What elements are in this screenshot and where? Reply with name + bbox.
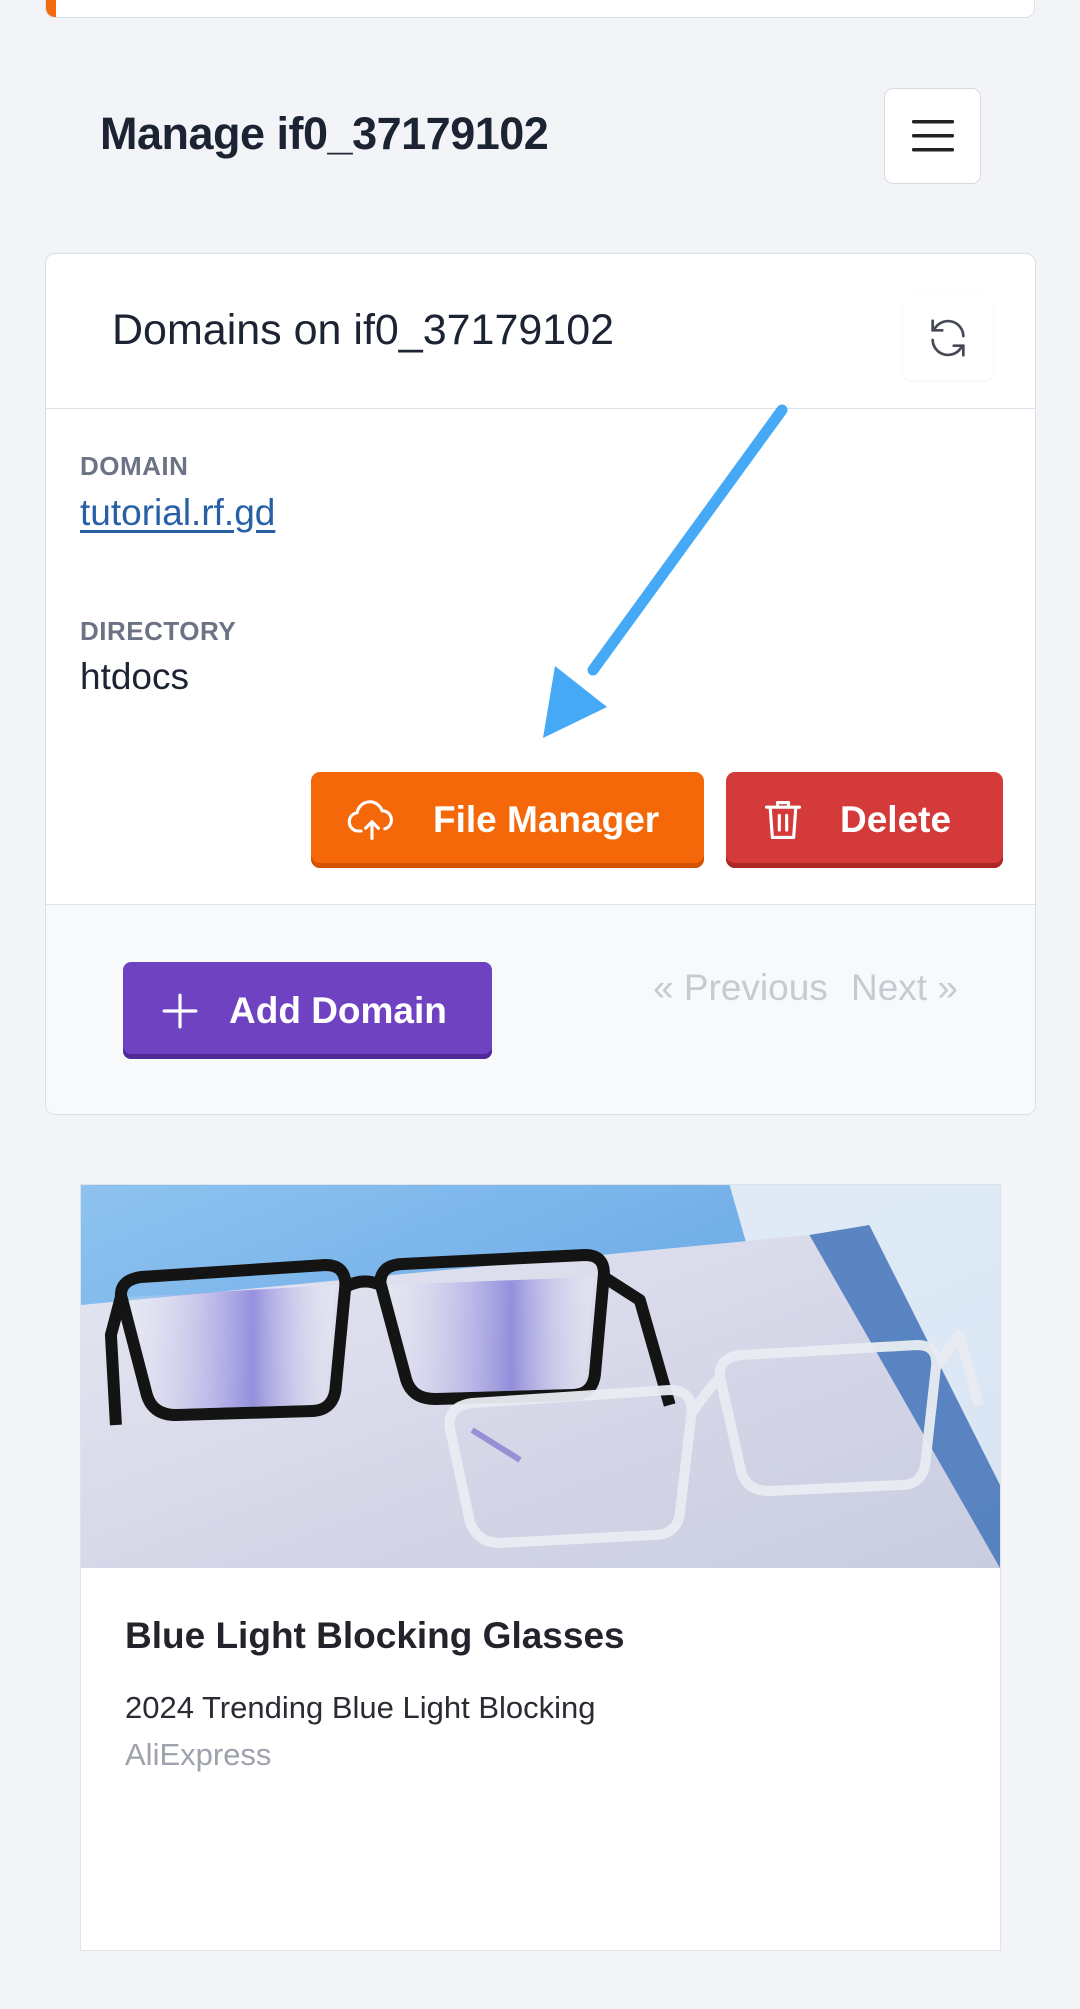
domain-label: DOMAIN [80,451,189,481]
refresh-icon [931,319,965,357]
file-manager-label: File Manager [433,799,660,840]
previous-page-link[interactable]: « Previous [653,967,828,1009]
hamburger-menu-icon [911,120,954,152]
ad-source: AliExpress [125,1737,272,1772]
trash-icon [764,801,802,839]
glasses-product-image [81,1185,1000,1568]
top-card-accent [46,0,56,17]
cloud-upload-icon [347,800,393,840]
card-title: Domains on if0_37179102 [112,306,615,354]
ad-description: 2024 Trending Blue Light Blocking [125,1690,596,1725]
add-domain-button[interactable]: Add Domain [123,962,492,1059]
domain-link[interactable]: tutorial.rf.gd [80,492,275,534]
delete-label: Delete [840,799,952,840]
ad-card[interactable]: Blue Light Blocking Glasses 2024 Trendin… [80,1184,1001,1951]
domains-card: Domains on if0_37179102 DOMAIN tutorial.… [45,253,1036,1115]
add-domain-label: Add Domain [229,989,447,1031]
ad-title[interactable]: Blue Light Blocking Glasses [125,1615,625,1657]
refresh-button[interactable] [903,296,993,380]
file-manager-button[interactable]: File Manager [311,772,704,868]
directory-value: htdocs [80,656,190,697]
next-page-link[interactable]: Next » [851,967,958,1009]
plus-icon [162,993,198,1028]
delete-button[interactable]: Delete [726,772,1003,868]
menu-button[interactable] [884,88,981,184]
directory-label: DIRECTORY [80,616,237,646]
card-header: Domains on if0_37179102 [46,254,1035,409]
page-title: Manage if0_37179102 [100,108,549,159]
card-footer: Add Domain « Previous Next » [46,904,1035,1114]
top-card-edge [45,0,1035,18]
